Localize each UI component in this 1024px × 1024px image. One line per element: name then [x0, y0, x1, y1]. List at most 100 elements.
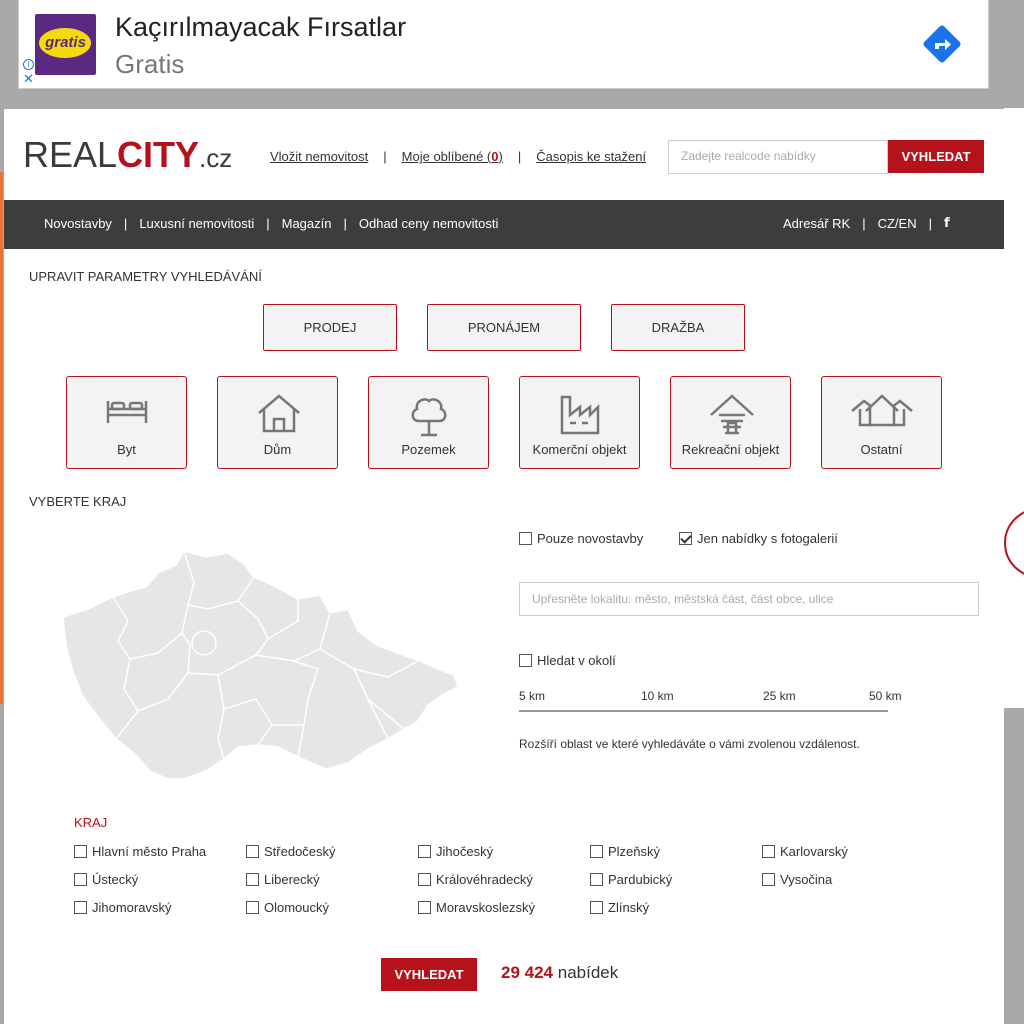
region-label: Hlavní město Praha — [92, 844, 207, 859]
favorites-count: 0 — [491, 149, 499, 164]
region-option[interactable]: Jihomoravský — [74, 900, 171, 915]
transaction-sale-button[interactable]: PRODEJ — [263, 304, 397, 351]
region-label: Zlínský — [608, 900, 650, 915]
region-option[interactable]: Královéhradecký — [418, 872, 533, 887]
top-links: Vložit nemovitost | Moje oblíbené (0) | … — [270, 149, 646, 164]
region-checkbox[interactable] — [246, 873, 259, 886]
region-option[interactable]: Ústecký — [74, 872, 138, 887]
region-checkbox[interactable] — [590, 873, 603, 886]
region-label: Olomoucký — [264, 900, 330, 915]
distance-slider[interactable] — [519, 710, 888, 712]
region-label: Ústecký — [92, 872, 139, 887]
region-map[interactable] — [58, 549, 458, 781]
search-submit-button[interactable]: VYHLEDAT — [381, 958, 477, 991]
with-gallery-label: Jen nabídky s fotogalerií — [697, 531, 838, 546]
with-gallery-option[interactable]: Jen nabídky s fotogalerií — [679, 531, 838, 546]
add-property-link[interactable]: Vložit nemovitost — [270, 149, 368, 164]
property-type-recreational[interactable]: Rekreační objekt — [670, 376, 791, 469]
region-option[interactable]: Moravskoslezský — [418, 900, 535, 915]
side-circle-icon — [1004, 508, 1024, 578]
language-switch[interactable]: CZ/EN — [878, 216, 917, 231]
distance-10km[interactable]: 10 km — [641, 689, 674, 703]
region-option[interactable]: Karlovarský — [762, 844, 848, 859]
ad-logo[interactable]: gratis — [35, 14, 96, 75]
property-type-label: Rekreační objekt — [681, 442, 780, 457]
offers-label: nabídek — [557, 963, 619, 982]
region-label: Pardubický — [608, 872, 673, 887]
left-side-strip — [0, 172, 3, 704]
region-checkbox[interactable] — [418, 873, 431, 886]
nav-item-price-estimate[interactable]: Odhad ceny nemovitosti — [359, 216, 498, 231]
region-label: Jihočeský — [436, 844, 494, 859]
property-type-label: Komerční objekt — [532, 442, 627, 457]
distance-25km[interactable]: 25 km — [763, 689, 796, 703]
only-new-option[interactable]: Pouze novostavby — [519, 531, 643, 546]
region-option[interactable]: Plzeňský — [590, 844, 660, 859]
nearby-option[interactable]: Hledat v okolí — [519, 653, 616, 668]
nearby-checkbox[interactable] — [519, 654, 532, 667]
nav-separator: | — [862, 216, 866, 231]
distance-note: Rozšíří oblast ve které vyhledáváte o vá… — [519, 737, 860, 751]
region-checkbox[interactable] — [74, 845, 87, 858]
distance-5km[interactable]: 5 km — [519, 689, 545, 703]
region-checkbox[interactable] — [590, 901, 603, 914]
region-checkbox[interactable] — [74, 873, 87, 886]
nav-item-novostavby[interactable]: Novostavby — [44, 216, 112, 231]
magazine-download-link[interactable]: Časopis ke stažení — [536, 149, 646, 164]
region-option[interactable]: Vysočina — [762, 872, 832, 887]
region-option[interactable]: Jihočeský — [418, 844, 493, 859]
house-icon — [258, 394, 300, 433]
property-type-flat[interactable]: Byt — [66, 376, 187, 469]
realcode-search-button[interactable]: VYHLEDAT — [888, 140, 984, 173]
ad-title[interactable]: Kaçırılmayacak Fırsatlar — [115, 12, 406, 43]
ad-banner[interactable]: gratis Kaçırılmayacak Fırsatlar Gratis i… — [18, 0, 989, 89]
close-icon[interactable]: ✕ — [23, 72, 34, 85]
logo-city: CITY — [117, 134, 200, 175]
map-country-shape[interactable] — [62, 550, 458, 780]
region-option[interactable]: Pardubický — [590, 872, 672, 887]
region-option[interactable]: Liberecký — [246, 872, 320, 887]
region-checkbox[interactable] — [246, 901, 259, 914]
facebook-icon[interactable]: f — [944, 216, 950, 231]
property-type-land[interactable]: Pozemek — [368, 376, 489, 469]
ad-subtitle[interactable]: Gratis — [115, 49, 184, 80]
transaction-auction-button[interactable]: DRAŽBA — [611, 304, 745, 351]
region-checkbox[interactable] — [418, 845, 431, 858]
realcode-search-input[interactable]: Zadejte realcode nabídky — [668, 140, 888, 174]
property-type-label: Ostatní — [860, 442, 903, 457]
tree-icon — [411, 398, 447, 437]
map-prague[interactable] — [191, 630, 217, 656]
region-checkbox[interactable] — [762, 873, 775, 886]
region-checkbox[interactable] — [762, 845, 775, 858]
only-new-checkbox[interactable] — [519, 532, 532, 545]
transaction-rent-button[interactable]: PRONÁJEM — [427, 304, 581, 351]
bed-icon — [106, 401, 148, 423]
nav-separator: | — [928, 216, 932, 231]
region-label: Královéhradecký — [436, 872, 533, 887]
region-checkbox[interactable] — [418, 901, 431, 914]
info-icon[interactable]: i — [23, 59, 34, 70]
logo-cz: .cz — [199, 143, 233, 173]
region-option[interactable]: Olomoucký — [246, 900, 329, 915]
region-title: VYBERTE KRAJ — [29, 494, 127, 509]
region-option[interactable]: Středočeský — [246, 844, 336, 859]
region-checkbox[interactable] — [74, 901, 87, 914]
property-type-other[interactable]: Ostatní — [821, 376, 942, 469]
main-nav: Novostavby | Luxusní nemovitosti | Magaz… — [4, 200, 1004, 249]
nav-item-agency-directory[interactable]: Adresář RK — [783, 216, 850, 231]
nav-item-magazine[interactable]: Magazín — [282, 216, 332, 231]
site-logo[interactable]: REALCITY.cz — [23, 137, 232, 176]
region-label: Jihomoravský — [92, 900, 172, 915]
region-option[interactable]: Hlavní město Praha — [74, 844, 206, 859]
with-gallery-checkbox[interactable] — [679, 532, 692, 545]
property-type-commercial[interactable]: Komerční objekt — [519, 376, 640, 469]
region-checkbox[interactable] — [246, 845, 259, 858]
region-option[interactable]: Zlínský — [590, 900, 649, 915]
directions-arrow-icon[interactable] — [922, 24, 962, 64]
nav-item-luxury[interactable]: Luxusní nemovitosti — [139, 216, 254, 231]
region-checkbox[interactable] — [590, 845, 603, 858]
distance-50km[interactable]: 50 km — [869, 689, 902, 703]
property-type-house[interactable]: Dům — [217, 376, 338, 469]
location-input[interactable]: Upřesněte lokalitu: město, městská část,… — [519, 582, 979, 616]
favorites-link[interactable]: Moje oblíbené (0) — [402, 149, 503, 164]
